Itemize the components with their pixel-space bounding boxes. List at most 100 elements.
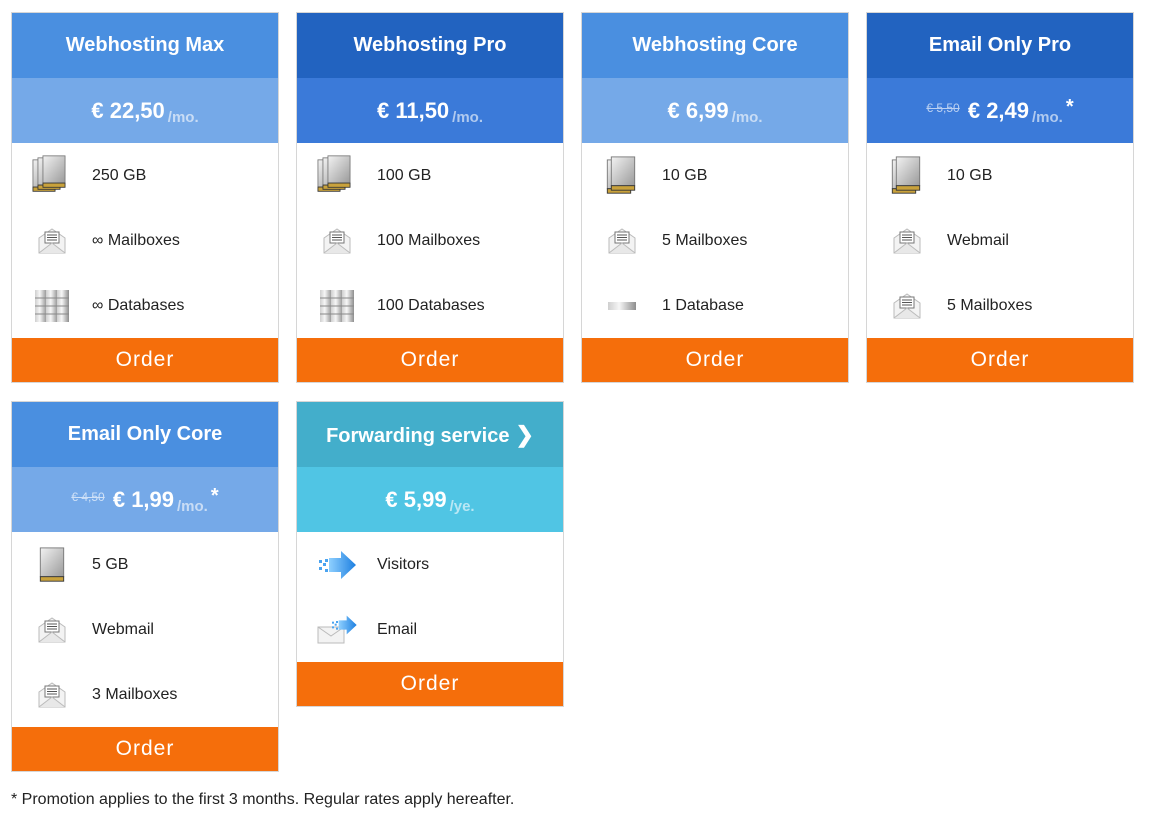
feature-list: 250 GB ∞ Mailboxes ∞ Databases: [12, 143, 278, 338]
hard-drive-icon: [12, 546, 92, 583]
promo-mark: *: [210, 485, 219, 507]
feature-item: 10 GB: [582, 143, 848, 208]
plan-title: Webhosting Core: [582, 13, 848, 78]
order-button[interactable]: Order: [582, 338, 848, 382]
plan-price: € 6,99/mo.: [582, 78, 848, 143]
feature-label: ∞ Mailboxes: [92, 231, 180, 249]
feature-list: 10 GB Webmail 5 Mailboxes: [867, 143, 1133, 338]
feature-label: 100 Databases: [377, 296, 485, 314]
feature-label: 5 GB: [92, 555, 129, 573]
database-icon: [582, 301, 662, 310]
order-button[interactable]: Order: [12, 727, 278, 771]
promotion-footnote: * Promotion applies to the first 3 month…: [11, 791, 515, 808]
price-unit: /mo.: [177, 498, 208, 515]
plan-price: € 11,50/mo.: [297, 78, 563, 143]
database-stack-icon: [297, 289, 377, 322]
envelope-icon: [12, 617, 92, 643]
order-button[interactable]: Order: [297, 338, 563, 382]
feature-label: 5 Mailboxes: [947, 296, 1033, 314]
chevron-right-icon: ❯: [515, 422, 534, 447]
feature-label: 10 GB: [947, 166, 993, 184]
plan-title: Webhosting Max: [12, 13, 278, 78]
feature-item: 5 Mailboxes: [582, 208, 848, 273]
plan-title: Webhosting Pro: [297, 13, 563, 78]
price-value: € 2,49: [967, 98, 1030, 123]
old-price: € 4,50: [71, 490, 105, 504]
order-button[interactable]: Order: [297, 662, 563, 706]
envelope-icon: [867, 293, 947, 319]
price-unit: /mo.: [731, 109, 763, 126]
feature-label: 250 GB: [92, 166, 147, 184]
envelope-icon: [12, 228, 92, 254]
envelope-icon: [867, 228, 947, 254]
plan-title: Email Only Core: [12, 402, 278, 467]
plan-card-email-only-pro: Email Only Pro € 5,50 € 2,49/mo. * 10 GB …: [866, 12, 1134, 383]
feature-item: Email: [297, 597, 563, 662]
feature-list: 100 GB 100 Mailboxes 100 Databases: [297, 143, 563, 338]
promo-mark: *: [1065, 96, 1074, 118]
price-unit: /mo.: [452, 109, 484, 126]
price-value: € 11,50: [376, 98, 450, 123]
feature-item: 100 GB: [297, 143, 563, 208]
plan-card-webhosting-pro: Webhosting Pro € 11,50/mo. 100 GB 100 Ma…: [296, 12, 564, 383]
hard-drives-stack-icon: [12, 154, 92, 197]
price-value: € 1,99: [112, 487, 175, 512]
plan-title: Email Only Pro: [867, 13, 1133, 78]
plan-card-webhosting-core: Webhosting Core € 6,99/mo. 10 GB 5 Mailb…: [581, 12, 849, 383]
feature-item: 5 Mailboxes: [867, 273, 1133, 338]
email-forward-icon: [297, 615, 377, 645]
feature-item: Webmail: [867, 208, 1133, 273]
feature-item: 100 Databases: [297, 273, 563, 338]
envelope-icon: [12, 682, 92, 708]
feature-list: 10 GB 5 Mailboxes 1 Database: [582, 143, 848, 338]
order-button[interactable]: Order: [12, 338, 278, 382]
price-value: € 6,99: [667, 98, 729, 123]
forward-arrow-icon: [297, 550, 377, 580]
price-unit: /ye.: [449, 498, 475, 515]
plan-card-webhosting-max: Webhosting Max € 22,50/mo. 250 GB ∞ Mail…: [11, 12, 279, 383]
feature-label: 3 Mailboxes: [92, 685, 178, 703]
database-stack-icon: [12, 289, 92, 322]
plan-price: € 5,50 € 2,49/mo. *: [867, 78, 1133, 143]
feature-label: Visitors: [377, 555, 430, 573]
feature-label: 1 Database: [662, 296, 744, 314]
plan-card-email-only-core: Email Only Core € 4,50 € 1,99/mo. * 5 GB …: [11, 401, 279, 772]
feature-item: 10 GB: [867, 143, 1133, 208]
plan-price: € 4,50 € 1,99/mo. *: [12, 467, 278, 532]
feature-item: ∞ Mailboxes: [12, 208, 278, 273]
feature-label: 100 Mailboxes: [377, 231, 481, 249]
envelope-icon: [582, 228, 662, 254]
feature-label: Email: [377, 620, 418, 638]
old-price: € 5,50: [926, 101, 960, 115]
feature-item: 5 GB: [12, 532, 278, 597]
price-value: € 5,99: [385, 487, 447, 512]
feature-item: Visitors: [297, 532, 563, 597]
feature-list: Visitors Email: [297, 532, 563, 662]
feature-item: 250 GB: [12, 143, 278, 208]
price-unit: /mo.: [167, 109, 199, 126]
plan-price: € 22,50/mo.: [12, 78, 278, 143]
feature-label: 10 GB: [662, 166, 708, 184]
feature-list: 5 GB Webmail 3 Mailboxes: [12, 532, 278, 727]
plan-title: Forwarding service: [326, 425, 510, 447]
plan-price: € 5,99/ye.: [297, 467, 563, 532]
price-value: € 22,50: [91, 98, 165, 123]
order-button[interactable]: Order: [867, 338, 1133, 382]
feature-item: 1 Database: [582, 273, 848, 338]
feature-label: 5 Mailboxes: [662, 231, 748, 249]
feature-item: 100 Mailboxes: [297, 208, 563, 273]
feature-label: 100 GB: [377, 166, 432, 184]
price-unit: /mo.: [1032, 109, 1063, 126]
feature-label: ∞ Databases: [92, 296, 185, 314]
plan-title-link[interactable]: Forwarding service ❯: [297, 402, 563, 467]
feature-item: Webmail: [12, 597, 278, 662]
hard-drives-icon: [867, 155, 947, 196]
hard-drives-icon: [582, 155, 662, 196]
envelope-icon: [297, 228, 377, 254]
feature-item: ∞ Databases: [12, 273, 278, 338]
plan-card-forwarding-service: Forwarding service ❯ € 5,99/ye. Visitors …: [296, 401, 564, 707]
hard-drives-stack-icon: [297, 154, 377, 197]
feature-item: 3 Mailboxes: [12, 662, 278, 727]
feature-label: Webmail: [92, 620, 154, 638]
feature-label: Webmail: [947, 231, 1009, 249]
